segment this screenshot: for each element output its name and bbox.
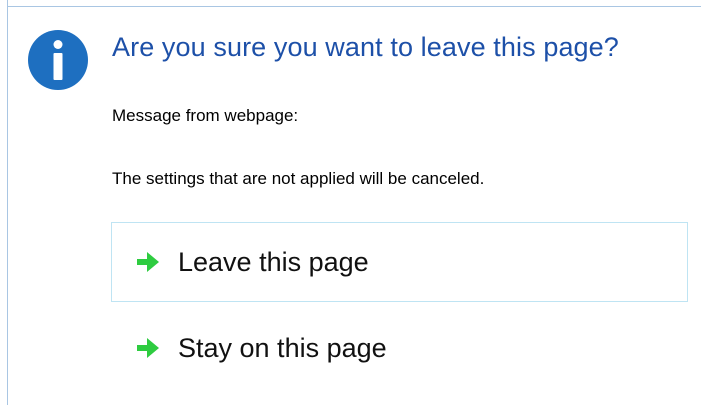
dialog-border-left — [7, 0, 8, 405]
stay-on-page-button[interactable]: Stay on this page — [111, 308, 688, 388]
dialog-title: Are you sure you want to leave this page… — [112, 32, 619, 62]
message-text: The settings that are not applied will b… — [112, 169, 485, 188]
arrow-right-icon — [137, 252, 159, 272]
dialog-border-top — [7, 6, 701, 7]
leave-page-dialog: Are you sure you want to leave this page… — [0, 0, 701, 405]
leave-page-button[interactable]: Leave this page — [111, 222, 688, 302]
message-source-label: Message from webpage: — [112, 106, 299, 125]
info-icon — [28, 30, 88, 90]
stay-on-page-label: Stay on this page — [178, 332, 387, 363]
arrow-right-icon — [137, 338, 159, 358]
leave-page-label: Leave this page — [178, 246, 369, 277]
